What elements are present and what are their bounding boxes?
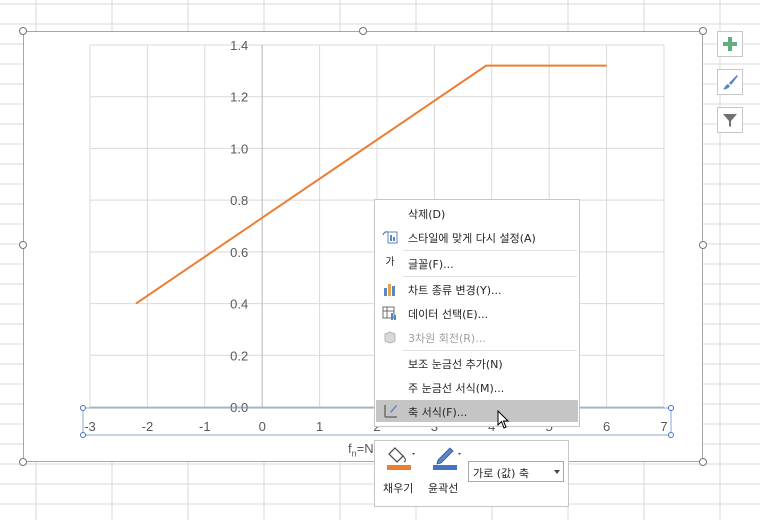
x-tick-label[interactable]: 1 bbox=[316, 419, 323, 434]
x-tick-label[interactable]: 0 bbox=[259, 419, 266, 434]
chart-element-select-value: 가로 (값) 축 bbox=[473, 467, 530, 480]
menu-item-label: 보조 눈금선 추가(N) bbox=[408, 358, 503, 371]
font-icon: 가 bbox=[385, 257, 395, 268]
menu-item-3d-rotation: 3차원 회전(R)... bbox=[376, 326, 578, 348]
menu-separator bbox=[403, 350, 577, 351]
format-axis-icon bbox=[384, 405, 397, 418]
select-data-icon bbox=[382, 306, 396, 320]
x-tick-label[interactable]: -3 bbox=[84, 419, 96, 434]
axis-selection-handle[interactable] bbox=[80, 405, 86, 411]
menu-item-format-major-gridlines[interactable]: 주 눈금선 서식(M)... bbox=[376, 376, 578, 398]
brush-icon bbox=[723, 75, 738, 90]
reset-style-icon bbox=[382, 231, 398, 244]
menu-item-format-axis[interactable]: 축 서식(F)... bbox=[376, 400, 578, 422]
menu-item-label: 3차원 회전(R)... bbox=[408, 332, 486, 345]
y-tick-label: 0.8 bbox=[230, 193, 248, 208]
context-menu: 삭제(D) 스타일에 맞게 다시 설정(A) 가 글꼴(F)... 차트 종류 … bbox=[374, 199, 580, 427]
plus-icon bbox=[723, 37, 737, 51]
y-axis-tick-labels: 0.00.20.40.60.81.01.21.4 bbox=[230, 38, 248, 415]
chevron-down-icon bbox=[554, 470, 560, 474]
chart-elements-button[interactable] bbox=[717, 31, 743, 57]
rotate-3d-icon bbox=[384, 331, 396, 344]
y-tick-label: 0.4 bbox=[230, 297, 248, 312]
axis-selection-handle[interactable] bbox=[80, 432, 86, 438]
menu-item-label: 글꼴(F)... bbox=[408, 258, 454, 271]
y-tick-label: 0.2 bbox=[230, 348, 248, 363]
y-tick-label: 1.0 bbox=[230, 141, 248, 156]
y-tick-label: 1.4 bbox=[230, 38, 248, 53]
x-tick-label[interactable]: 7 bbox=[660, 419, 667, 434]
x-tick-label[interactable]: 6 bbox=[603, 419, 610, 434]
menu-item-label: 데이터 선택(E)... bbox=[408, 308, 489, 321]
outline-button[interactable] bbox=[431, 445, 465, 471]
axis-selection-handle[interactable] bbox=[668, 405, 674, 411]
y-tick-label: 1.2 bbox=[230, 90, 248, 105]
chart-filters-button[interactable] bbox=[717, 107, 743, 133]
menu-item-label: 스타일에 맞게 다시 설정(A) bbox=[408, 232, 536, 245]
menu-item-change-chart-type[interactable]: 차트 종류 변경(Y)... bbox=[376, 278, 578, 300]
x-axis-title-text: fn=N bbox=[348, 441, 374, 459]
x-tick-label[interactable]: -1 bbox=[199, 419, 211, 434]
fill-button[interactable] bbox=[385, 445, 419, 471]
menu-item-reset-style[interactable]: 스타일에 맞게 다시 설정(A) bbox=[376, 226, 578, 248]
menu-item-label: 주 눈금선 서식(M)... bbox=[408, 382, 505, 395]
menu-item-delete[interactable]: 삭제(D) bbox=[376, 202, 578, 224]
menu-item-label: 축 서식(F)... bbox=[408, 406, 468, 419]
mouse-cursor-icon bbox=[497, 410, 510, 429]
x-tick-label[interactable]: -2 bbox=[142, 419, 154, 434]
menu-item-label: 차트 종류 변경(Y)... bbox=[408, 284, 502, 297]
menu-separator bbox=[403, 250, 577, 251]
mini-toolbar: 채우기 윤곽선 가로 (값) 축 bbox=[374, 440, 569, 507]
chart-type-icon bbox=[384, 284, 395, 296]
x-axis-title[interactable]: fn=N bbox=[348, 441, 374, 459]
chart-styles-button[interactable] bbox=[717, 69, 743, 95]
filter-icon bbox=[723, 114, 737, 127]
menu-separator bbox=[403, 276, 577, 277]
axis-selection-handle[interactable] bbox=[668, 432, 674, 438]
fill-label: 채우기 bbox=[383, 482, 414, 495]
menu-item-label: 삭제(D) bbox=[408, 208, 446, 221]
menu-item-select-data[interactable]: 데이터 선택(E)... bbox=[376, 302, 578, 324]
chart-element-select[interactable]: 가로 (값) 축 bbox=[468, 461, 564, 482]
menu-item-font[interactable]: 가 글꼴(F)... bbox=[376, 252, 578, 274]
outline-label: 윤곽선 bbox=[428, 482, 459, 495]
pen-outline-icon bbox=[433, 447, 461, 470]
menu-item-add-minor-gridlines[interactable]: 보조 눈금선 추가(N) bbox=[376, 352, 578, 374]
paint-bucket-icon bbox=[387, 447, 415, 470]
y-tick-label: 0.6 bbox=[230, 245, 248, 260]
